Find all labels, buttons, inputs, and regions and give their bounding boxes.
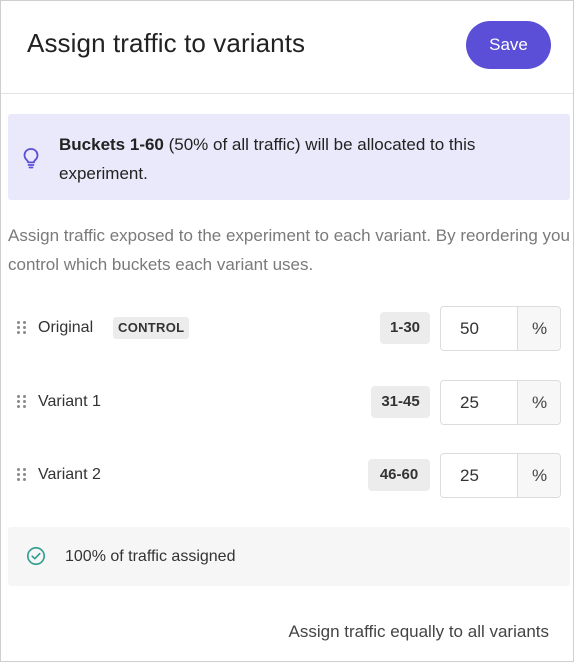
status-text: 100% of traffic assigned <box>65 548 236 565</box>
percent-input[interactable] <box>441 454 517 497</box>
variant-row-variant-2: Variant 2 46-60 % <box>1 453 573 499</box>
dialog-panel: Assign traffic to variants Save Buckets … <box>0 0 574 662</box>
traffic-status-banner: 100% of traffic assigned <box>8 527 570 586</box>
percent-unit: % <box>517 454 560 497</box>
page-title: Assign traffic to variants <box>27 28 306 58</box>
description-text: Assign traffic exposed to the experiment… <box>8 226 570 274</box>
percent-field: % <box>440 453 561 498</box>
bucket-range-badge: 46-60 <box>368 459 430 491</box>
save-button[interactable]: Save <box>466 21 551 69</box>
lightbulb-icon <box>23 148 39 169</box>
variant-name: Original <box>38 319 94 336</box>
bucket-range-badge: 31-45 <box>371 386 430 418</box>
variant-row-variant-1: Variant 1 31-45 % <box>1 380 573 426</box>
info-banner: Buckets 1-60 (50% of all traffic) will b… <box>8 114 570 200</box>
control-badge: CONTROL <box>113 317 190 339</box>
variant-name: Variant 2 <box>38 466 101 483</box>
percent-input[interactable] <box>441 307 517 350</box>
percent-unit: % <box>517 307 560 350</box>
bucket-range-badge: 1-30 <box>380 312 430 344</box>
variant-row-original: Original CONTROL 1-30 % <box>1 306 573 352</box>
percent-unit: % <box>517 381 560 424</box>
check-circle-icon <box>27 547 45 565</box>
percent-field: % <box>440 306 561 351</box>
drag-handle-icon[interactable] <box>17 321 27 335</box>
info-message: Buckets 1-60 (50% of all traffic) will b… <box>59 130 549 188</box>
info-bold-text: Buckets 1-60 <box>59 135 164 154</box>
variant-name: Variant 1 <box>38 393 101 410</box>
drag-handle-icon[interactable] <box>17 468 27 482</box>
assign-equally-link[interactable]: Assign traffic equally to all variants <box>289 622 549 642</box>
drag-handle-icon[interactable] <box>17 395 27 409</box>
percent-input[interactable] <box>441 381 517 424</box>
percent-field: % <box>440 380 561 425</box>
panel-header: Assign traffic to variants Save <box>1 1 573 94</box>
